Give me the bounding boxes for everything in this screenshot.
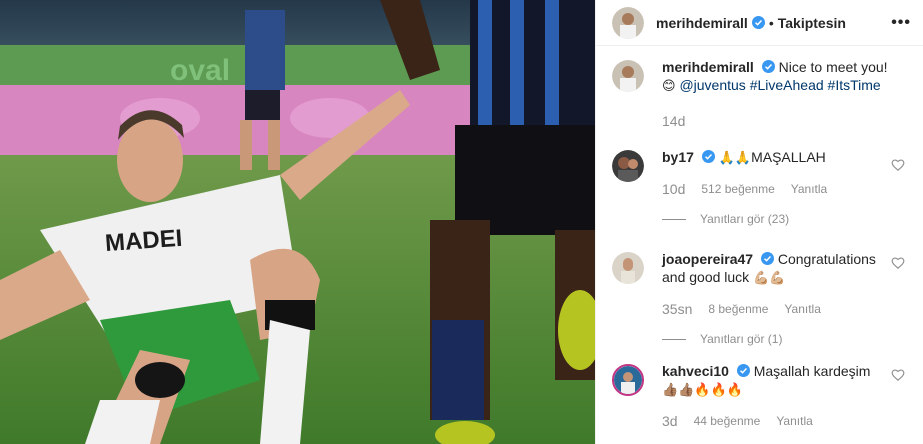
verified-badge-icon [760,252,774,265]
reply-button[interactable]: Yanıtla [791,180,827,198]
following-button[interactable]: Takiptesin [778,15,846,31]
post-photo: oval MADEI [0,0,595,444]
comment-item: by17 🙏🙏MAŞALLAH 10d 512 beğenme Yanıtla [612,148,907,250]
comment-item: joaopereira47 Congratulations and good l… [612,250,907,362]
commenter-username[interactable]: joaopereira47 [662,251,753,267]
verified-badge-icon [701,150,715,163]
comment-body: by17 🙏🙏MAŞALLAH 10d 512 beğenme Yanıtla [662,148,884,250]
verified-badge-icon [761,60,775,73]
reply-button[interactable]: Yanıtla [784,300,820,318]
commenter-avatar[interactable] [612,150,644,182]
comment-timestamp[interactable]: 3d [662,412,678,430]
caption-meta: 14d [662,112,907,130]
more-options-icon[interactable]: ••• [891,14,911,32]
view-replies-button[interactable]: Yanıtları gör (23) [662,210,884,228]
commenter-username[interactable]: kahveci10 [662,363,729,379]
author-avatar-small[interactable] [612,60,644,92]
comment-meta: 10d 512 beğenme Yanıtla [662,180,884,198]
commenter-avatar[interactable] [612,364,644,396]
comment-body: kahveci10 Maşallah kardeşim 👍🏽👍🏽🔥🔥🔥 3d 4… [662,362,884,442]
comment-likes[interactable]: 44 beğenme [694,412,761,430]
comment-text: MAŞALLAH [751,149,826,165]
svg-text:MADEI: MADEI [104,225,183,257]
post-side-panel: merihdemirall • Takiptesin ••• merihdemi… [595,0,923,444]
verified-badge-icon [751,16,765,29]
heart-outline-icon[interactable] [891,256,905,270]
view-replies-label: Yanıtları gör (23) [700,212,790,226]
instagram-post-view: oval MADEI merihdemirall • Takiptesin ••… [0,0,923,444]
caption-text: Nice to meet you! [778,59,888,75]
commenter-avatar-image [612,150,644,182]
author-avatar-image [612,6,644,39]
caption-username[interactable]: merihdemirall [662,59,754,75]
post-media[interactable]: oval MADEI [0,0,595,444]
verified-badge-icon [736,364,750,377]
separator-dot: • [768,14,774,31]
comment-text: Maşallah kardeşim [753,363,871,379]
commenter-username[interactable]: by17 [662,149,694,165]
author-username[interactable]: merihdemirall [656,15,748,31]
comment-timestamp[interactable]: 10d [662,180,685,198]
comment-meta: 3d 44 beğenme Yanıtla [662,412,884,430]
reply-button[interactable]: Yanıtla [776,412,812,430]
comment-emoji: 💪🏼💪🏼 [753,271,786,286]
comments-list: merihdemirall Nice to meet you! 😊 @juven… [596,46,923,442]
comment-emoji: 👍🏽👍🏽🔥🔥🔥 [662,383,743,398]
view-replies-label: Yanıtları gör (1) [700,332,783,346]
comment-timestamp[interactable]: 35sn [662,300,692,318]
comment-likes[interactable]: 512 beğenme [701,180,774,198]
view-replies-button[interactable]: Yanıtları gör (1) [662,330,884,348]
author-avatar-image [612,60,644,92]
comment-item: kahveci10 Maşallah kardeşim 👍🏽👍🏽🔥🔥🔥 3d 4… [612,362,907,442]
commenter-avatar-image [612,252,644,284]
post-header: merihdemirall • Takiptesin ••• [596,0,923,46]
view-replies-line [662,338,686,340]
caption-body: merihdemirall Nice to meet you! 😊 @juven… [662,58,907,148]
comment-likes[interactable]: 8 beğenme [708,300,768,318]
commenter-avatar-image [614,366,642,394]
comment-body: joaopereira47 Congratulations and good l… [662,250,884,362]
commenter-avatar[interactable] [612,252,644,284]
caption: merihdemirall Nice to meet you! 😊 @juven… [612,58,907,148]
author-avatar[interactable] [612,6,644,39]
heart-outline-icon[interactable] [891,368,905,382]
caption-timestamp[interactable]: 14d [662,112,685,130]
comment-emoji: 🙏🙏 [718,151,752,166]
svg-text:oval: oval [170,54,230,87]
heart-outline-icon[interactable] [891,158,905,172]
caption-tags[interactable]: @juventus #LiveAhead #ItsTime [679,77,880,93]
comment-meta: 35sn 8 beğenme Yanıtla [662,300,884,318]
view-replies-line [662,218,686,220]
caption-emoji: 😊 [662,79,676,94]
